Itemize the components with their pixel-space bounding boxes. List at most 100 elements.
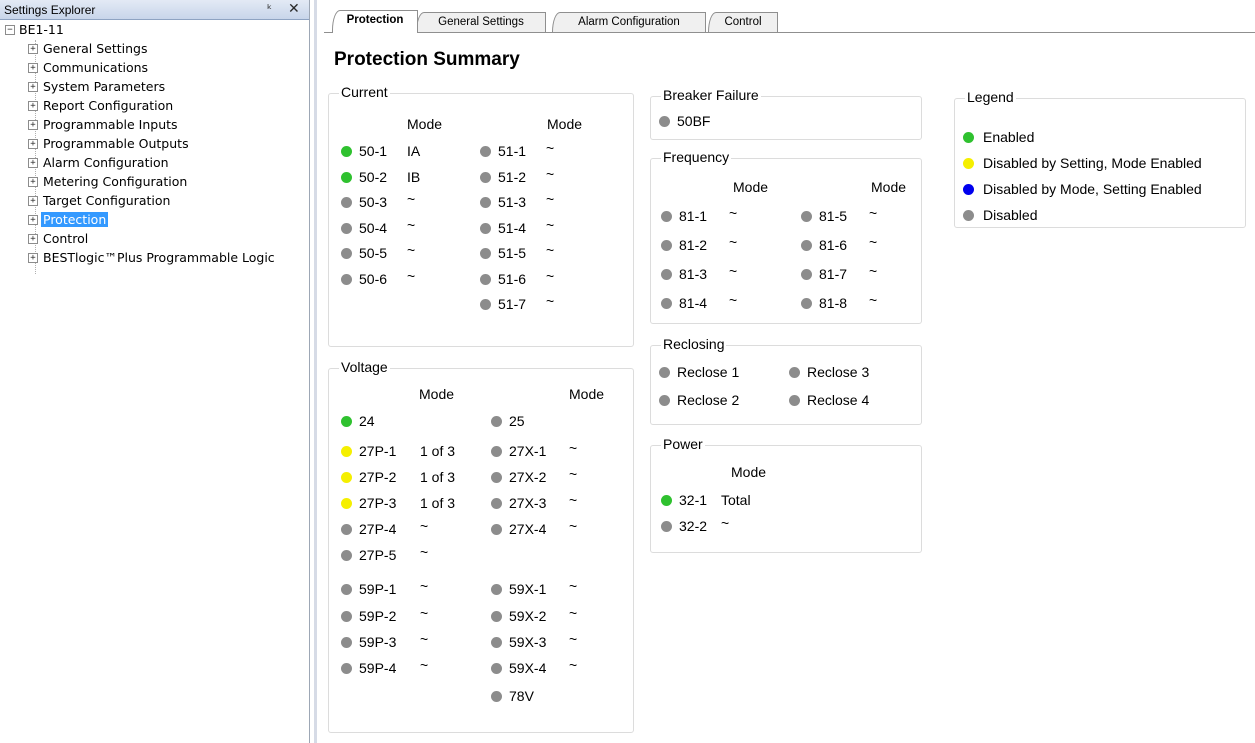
expand-icon[interactable]: +: [28, 158, 38, 168]
expand-icon[interactable]: +: [28, 177, 38, 187]
status-dot-reclose-1: [659, 367, 670, 378]
status-dot-51-5: [480, 248, 491, 259]
status-dot-32-2: [661, 521, 672, 532]
expand-icon[interactable]: +: [28, 63, 38, 73]
mode-value-81-2: ~: [729, 234, 738, 250]
element-label-50-6: 50-6: [359, 270, 388, 287]
status-dot-reclose-2: [659, 395, 670, 406]
splitter[interactable]: [314, 0, 317, 743]
tree-item-label: System Parameters: [43, 79, 166, 94]
element-label-81-7: 81-7: [819, 266, 848, 282]
status-dot-27p-2: [341, 472, 352, 483]
status-dot-59p-1: [341, 584, 352, 595]
element-label-81-4: 81-4: [679, 295, 708, 311]
status-dot-50-5: [341, 248, 352, 259]
pin-icon[interactable]: ᵏ: [267, 2, 272, 16]
expand-icon[interactable]: +: [28, 120, 38, 130]
mode-value-27x-4: ~: [569, 518, 578, 534]
element-label-59x-3: 59X-3: [509, 634, 547, 650]
mode-value-32-1: Total: [721, 492, 751, 508]
element-label-51-7: 51-7: [498, 296, 527, 312]
element-label-59x-2: 59X-2: [509, 608, 547, 624]
close-icon[interactable]: ✕: [288, 1, 300, 17]
tree-item-label: BESTlogic™Plus Programmable Logic: [43, 250, 275, 265]
status-dot-78v: [491, 691, 502, 702]
element-label-32-1: 32-1: [679, 492, 708, 508]
element-label-50-1: 50-1: [359, 143, 388, 159]
main-content: Protection General Settings Alarm Config…: [314, 0, 1255, 743]
expand-icon[interactable]: +: [28, 215, 38, 225]
expand-icon[interactable]: +: [28, 139, 38, 149]
settings-explorer-pane: Settings Explorer ᵏ ✕ − BE1-11 + General …: [0, 0, 310, 743]
mode-value-59x-1: ~: [569, 578, 578, 594]
expand-icon[interactable]: +: [28, 44, 38, 54]
expand-icon[interactable]: +: [28, 82, 38, 92]
current-group: Current Mode Mode 50-1 IA 50-2 IB 50-3 ~50-4 ~50…: [328, 84, 634, 347]
expand-icon[interactable]: +: [28, 253, 38, 263]
status-dot-50-4: [341, 222, 352, 234]
mode-column-header: Mode: [419, 386, 455, 402]
status-dot-50-6: [341, 273, 352, 285]
mode-value-27p-5: ~: [420, 544, 429, 560]
mode-value-27x-1: ~: [569, 440, 578, 456]
element-label-51-4: 51-4: [498, 219, 527, 236]
voltage-group: Voltage Mode Mode 24 27P-1 1 of 3 27P-2 1 of 3…: [328, 359, 634, 733]
element-label-50-3: 50-3: [359, 194, 388, 210]
tab-alarm-configuration[interactable]: Alarm Configuration: [552, 12, 706, 32]
expand-icon[interactable]: +: [28, 234, 38, 244]
element-label-27x-4: 27X-4: [509, 521, 547, 537]
legend-dot-enabled: [963, 132, 974, 143]
status-dot-81-1: [661, 211, 672, 222]
expand-icon[interactable]: +: [28, 101, 38, 111]
mode-value-50-5: ~: [407, 242, 416, 258]
tree-item-label: Protection: [41, 212, 109, 227]
current-group-title: Current: [339, 84, 390, 100]
tab-general-settings[interactable]: General Settings: [416, 12, 546, 32]
mode-value-32-2: ~: [721, 515, 730, 531]
mode-column-header: Mode: [547, 116, 583, 132]
mode-value-51-1: ~: [546, 140, 555, 156]
status-dot-51-3: [480, 197, 491, 208]
mode-value-59p-3: ~: [420, 631, 429, 647]
mode-value-27p-3: 1 of 3: [420, 495, 456, 511]
element-label-24: 24: [359, 413, 375, 429]
element-label-27p-1: 27P-1: [359, 443, 397, 459]
element-label-59p-3: 59P-3: [359, 634, 397, 650]
tree-item-label: Target Configuration: [43, 193, 171, 208]
mode-value-50-6: ~: [407, 267, 416, 284]
element-label-81-3: 81-3: [679, 266, 708, 282]
status-dot-51-1: [480, 146, 491, 157]
element-label-reclose-1: Reclose 1: [677, 364, 740, 380]
collapse-icon[interactable]: −: [5, 25, 15, 35]
status-dot-51-7: [480, 299, 491, 310]
reclosing-group-title: Reclosing: [661, 336, 727, 352]
tab-control[interactable]: Control: [708, 12, 778, 32]
status-dot-81-4: [661, 298, 672, 309]
tree-item-label: Programmable Outputs: [43, 136, 189, 151]
status-dot-59p-2: [341, 611, 352, 622]
power-group-title: Power: [661, 436, 705, 452]
element-label-reclose-4: Reclose 4: [807, 392, 870, 408]
element-label-27x-3: 27X-3: [509, 495, 547, 511]
status-dot-27x-4: [491, 524, 502, 535]
page-title: Protection Summary: [334, 49, 520, 70]
tab-divider: [324, 32, 1255, 33]
element-label-27p-5: 27P-5: [359, 547, 397, 563]
tab-protection[interactable]: Protection: [332, 10, 418, 33]
mode-value-81-6: ~: [869, 234, 878, 250]
status-dot-32-1: [661, 495, 672, 506]
mode-value-59p-4: ~: [420, 657, 429, 673]
element-label-51-2: 51-2: [498, 168, 527, 185]
tree-item-label: Alarm Configuration: [43, 155, 169, 170]
status-dot-59p-4: [341, 663, 352, 674]
mode-value-81-4: ~: [729, 292, 738, 308]
status-dot-59x-4: [491, 663, 502, 674]
status-dot-50bf: [659, 116, 670, 127]
mode-column-header: Mode: [733, 179, 769, 195]
frequency-group-title: Frequency: [661, 149, 732, 165]
tree-item-label: Programmable Inputs: [43, 117, 178, 132]
mode-value-81-1: ~: [729, 205, 738, 221]
legend-label-enabled: Enabled: [983, 129, 1035, 145]
expand-icon[interactable]: +: [28, 196, 38, 206]
element-label-27x-2: 27X-2: [509, 469, 547, 485]
